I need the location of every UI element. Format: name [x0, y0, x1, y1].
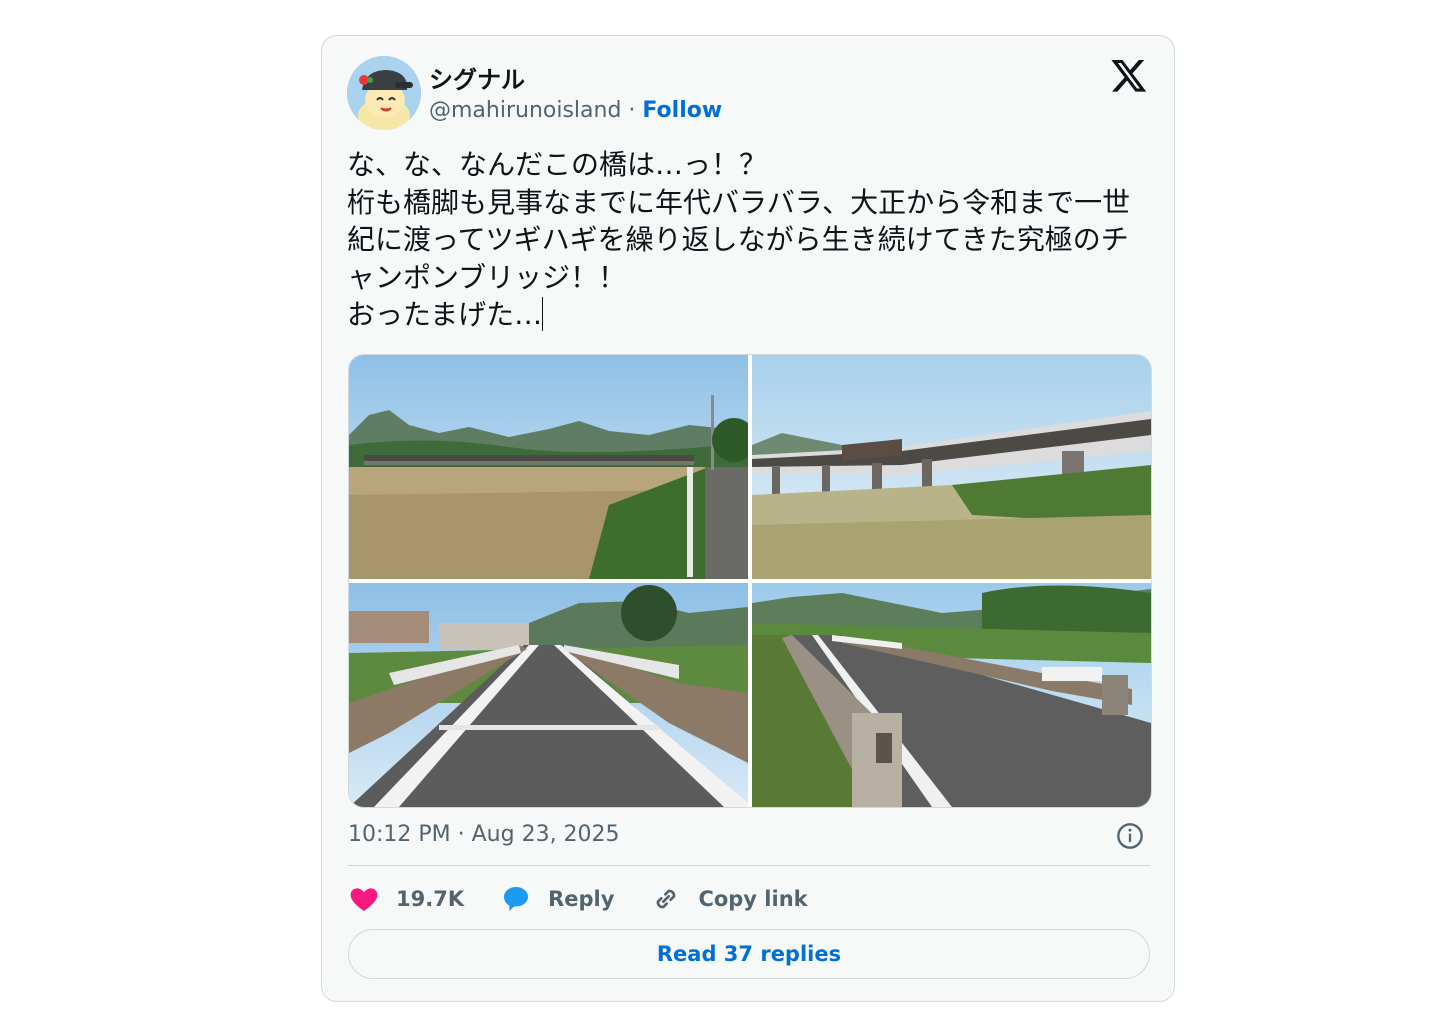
photo-2-image — [752, 355, 1151, 579]
read-replies-button[interactable]: Read 37 replies — [348, 929, 1150, 979]
photo-3[interactable] — [349, 583, 748, 807]
text-cursor — [542, 297, 544, 331]
like-button[interactable]: 19.7K — [348, 883, 464, 915]
photo-1[interactable] — [349, 355, 748, 579]
photo-1-image — [349, 355, 748, 579]
divider — [348, 865, 1150, 866]
heart-icon — [350, 888, 378, 911]
author-handle[interactable]: @mahirunoisland — [429, 98, 621, 123]
avatar[interactable] — [347, 56, 421, 130]
tweet-timestamp[interactable]: 10:12 PM · Aug 23, 2025 — [348, 822, 620, 847]
copy-link-label: Copy link — [698, 887, 808, 911]
info-icon[interactable] — [1116, 822, 1144, 850]
x-logo-icon[interactable] — [1110, 56, 1148, 94]
tweet-body: な、な、なんだこの橋は…っ！？ 桁も橋脚も見事なまでに年代バラバラ、大正から令和… — [347, 148, 1131, 331]
link-icon — [657, 889, 676, 909]
photo-4-image — [752, 583, 1151, 807]
reply-label: Reply — [548, 887, 615, 911]
media-grid — [348, 354, 1152, 808]
photo-3-image — [349, 583, 748, 807]
tweet-card: シグナル @mahirunoisland · Follow な、な、なんだこの橋… — [321, 35, 1175, 1002]
author-handle-row: @mahirunoisland · Follow — [429, 98, 722, 123]
author-name[interactable]: シグナル — [429, 60, 525, 95]
copy-link-button[interactable]: Copy link — [650, 883, 808, 915]
handle-separator: · — [621, 98, 643, 123]
photo-4[interactable] — [752, 583, 1151, 807]
photo-2[interactable] — [752, 355, 1151, 579]
reply-button[interactable]: Reply — [500, 883, 614, 915]
reply-bubble-icon — [504, 887, 529, 911]
follow-button[interactable]: Follow — [642, 98, 722, 123]
action-bar: 19.7K Reply Copy link — [348, 882, 844, 916]
tweet-text: な、な、なんだこの橋は…っ！？ 桁も橋脚も見事なまでに年代バラバラ、大正から令和… — [347, 146, 1147, 334]
like-count: 19.7K — [396, 887, 465, 911]
